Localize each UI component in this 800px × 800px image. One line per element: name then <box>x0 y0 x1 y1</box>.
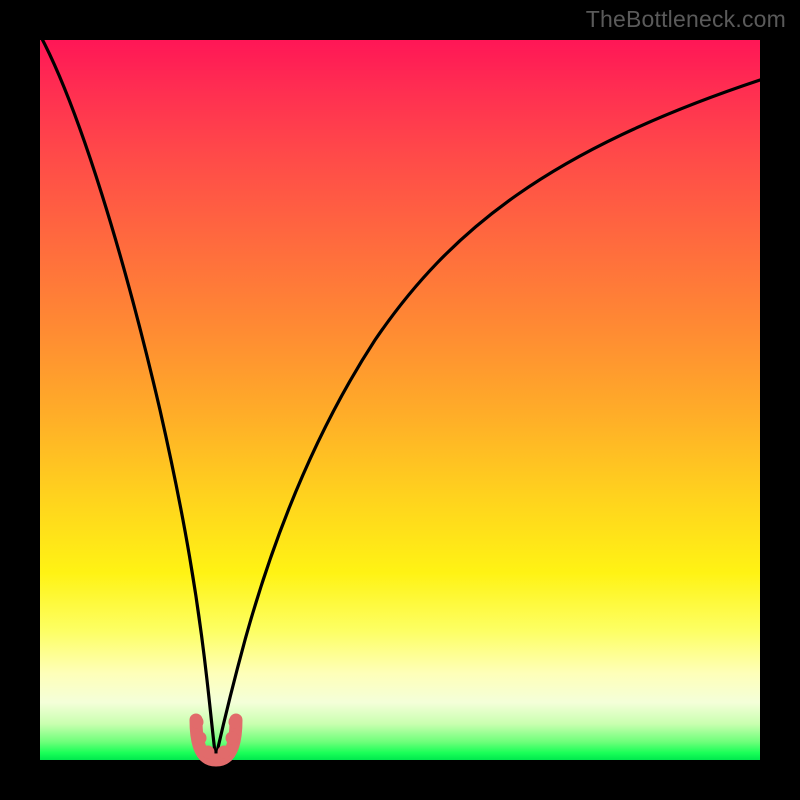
attribution-label: TheBottleneck.com <box>586 6 786 33</box>
bottleneck-curve <box>40 40 760 760</box>
chart-plot-area <box>40 40 760 760</box>
